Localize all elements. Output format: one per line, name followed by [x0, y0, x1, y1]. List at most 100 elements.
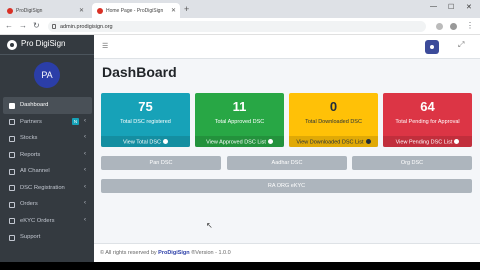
address-bar[interactable]: admin.prodigisign.org [48, 21, 426, 32]
maximize-icon[interactable]: ☐ [448, 3, 454, 11]
ra-org-ekyc-button[interactable]: RA ORG eKYC [101, 179, 472, 193]
close-window-icon[interactable]: ✕ [466, 3, 472, 11]
fullscreen-icon[interactable]: ⤢ [458, 40, 464, 50]
sidebar-item-support[interactable]: Support [3, 229, 92, 246]
chevron-left-icon: ‹ [84, 216, 86, 223]
list-icon [9, 168, 15, 175]
chevron-left-icon: ‹ [84, 117, 86, 124]
top-navbar: ☰ ⤢ [94, 35, 480, 59]
stat-label: Total Pending for Approval [395, 119, 460, 125]
chevron-left-icon: ‹ [84, 200, 86, 206]
minimize-icon[interactable]: — [430, 3, 437, 10]
sidebar-item-orders[interactable]: Orders ‹ [3, 196, 92, 213]
sidebar-item-label: DSC Registration [20, 184, 65, 191]
browser-tab[interactable]: ProDigiSign ✕ [2, 3, 88, 18]
link-label: View Total DSC [122, 139, 161, 145]
brand[interactable]: Pro DigiSign [0, 35, 94, 55]
stat-value: 64 [420, 99, 435, 114]
chevron-left-icon: ‹ [84, 183, 86, 190]
org-dsc-button[interactable]: Org DSC [352, 156, 472, 170]
footer-brand-link[interactable]: ProDigiSign [158, 250, 189, 256]
footer: © All rights reserved by ProDigiSign ®Ve… [94, 243, 480, 262]
sidebar-item-stocks[interactable]: Stocks ‹ [3, 130, 92, 147]
sidebar-item-label: Orders [20, 201, 38, 207]
copyright-text: © All rights reserved by [100, 250, 157, 256]
view-approved-dsc-link[interactable]: View Approved DSC List [195, 136, 284, 147]
sidebar-item-label: eKYC Orders [20, 217, 55, 224]
stat-value: 75 [138, 99, 153, 114]
brand-name: Pro DigiSign [21, 39, 66, 48]
close-tab-icon[interactable]: ✕ [79, 7, 84, 14]
avatar[interactable]: PA [34, 62, 60, 88]
extension-icon[interactable] [436, 23, 443, 30]
sidebar-item-reports[interactable]: Reports ‹ [3, 147, 92, 164]
stat-card-approved-dsc: 11 Total Approved DSC View Approved DSC … [195, 93, 284, 147]
mouse-cursor-icon: ↖ [206, 221, 213, 230]
sidebar-item-label: Stocks [20, 135, 38, 141]
sidebar-menu: Dashboard Partners N ‹ Stocks ‹ Reports … [3, 97, 92, 246]
id-card-icon [9, 218, 15, 224]
main-content: ☰ ⤢ DashBoard 75 Total DSC registered Vi… [94, 35, 480, 262]
aadhar-dsc-button[interactable]: Aadhar DSC [227, 156, 347, 170]
users-icon [9, 119, 15, 125]
view-total-dsc-link[interactable]: View Total DSC [101, 136, 190, 147]
sidebar-item-dashboard[interactable]: Dashboard [3, 97, 92, 114]
new-badge: N [72, 118, 79, 125]
url-text: admin.prodigisign.org [60, 23, 113, 30]
pan-dsc-button[interactable]: Pan DSC [101, 156, 221, 170]
back-icon[interactable]: ← [5, 21, 13, 30]
chevron-left-icon: ‹ [84, 167, 86, 173]
dashboard-icon [9, 102, 15, 109]
screen: ProDigiSign ✕ Home Page - ProDigiSign ✕ … [0, 0, 480, 270]
help-icon [9, 234, 15, 241]
browser-menu-icon[interactable]: ⋮ [466, 21, 474, 30]
arrow-circle-right-icon [163, 138, 168, 144]
arrow-circle-right-icon [454, 138, 460, 144]
sidebar-item-label: All Channel [20, 168, 50, 174]
forward-icon[interactable]: → [19, 21, 27, 30]
chevron-left-icon: ‹ [84, 150, 86, 157]
sidebar-item-ekyc-orders[interactable]: eKYC Orders ‹ [3, 213, 92, 230]
page-title: DashBoard [102, 64, 177, 80]
sidebar: Pro DigiSign PA Dashboard Partners N ‹ S… [0, 35, 94, 262]
browser-tab-active[interactable]: Home Page - ProDigiSign ✕ [92, 3, 180, 18]
user-menu-button[interactable] [425, 40, 439, 54]
browser-toolbar: ← → ↻ admin.prodigisign.org ⋮ [0, 18, 480, 35]
app: Pro DigiSign PA Dashboard Partners N ‹ S… [0, 35, 480, 262]
arrow-circle-right-icon [365, 138, 371, 144]
link-label: View Approved DSC List [206, 139, 266, 145]
sidebar-item-label: Partners [20, 118, 42, 125]
view-downloaded-dsc-link[interactable]: View Downloaded DSC List [289, 136, 378, 147]
close-tab-icon[interactable]: ✕ [171, 7, 176, 14]
reload-icon[interactable]: ↻ [33, 21, 40, 30]
view-pending-dsc-link[interactable]: View Pending DSC List [383, 136, 472, 147]
box-icon [9, 135, 15, 142]
browser-tab-bar: ProDigiSign ✕ Home Page - ProDigiSign ✕ … [0, 0, 480, 18]
stat-label: Total Downloaded DSC [305, 119, 362, 125]
stat-label: Total Approved DSC [214, 119, 265, 125]
stat-label: Total DSC registered [120, 119, 171, 125]
stat-card-total-dsc: 75 Total DSC registered View Total DSC [101, 93, 190, 147]
hamburger-menu-icon[interactable]: ☰ [102, 42, 108, 50]
arrow-circle-right-icon [267, 138, 273, 144]
favicon-icon [7, 8, 13, 14]
file-icon [9, 152, 15, 158]
sidebar-item-all-channel[interactable]: All Channel ‹ [3, 163, 92, 180]
link-label: View Downloaded DSC List [296, 139, 364, 145]
chevron-left-icon: ‹ [84, 134, 86, 140]
tab-title: ProDigiSign [16, 8, 43, 14]
profile-icon[interactable] [450, 23, 457, 30]
new-tab-icon[interactable]: + [184, 4, 189, 14]
sidebar-item-label: Support [20, 234, 41, 240]
stat-value: 11 [232, 99, 247, 114]
lock-icon [52, 24, 56, 29]
tab-title: Home Page - ProDigiSign [106, 8, 164, 14]
cart-icon [9, 201, 15, 208]
sidebar-item-label: Reports [20, 151, 41, 158]
stat-value: 0 [329, 99, 338, 114]
sidebar-item-partners[interactable]: Partners N ‹ [3, 114, 92, 131]
stat-card-pending-approval: 64 Total Pending for Approval View Pendi… [383, 93, 472, 147]
link-label: View Pending DSC List [395, 139, 453, 145]
sidebar-item-label: Dashboard [20, 102, 49, 108]
sidebar-item-dsc-registration[interactable]: DSC Registration ‹ [3, 180, 92, 197]
